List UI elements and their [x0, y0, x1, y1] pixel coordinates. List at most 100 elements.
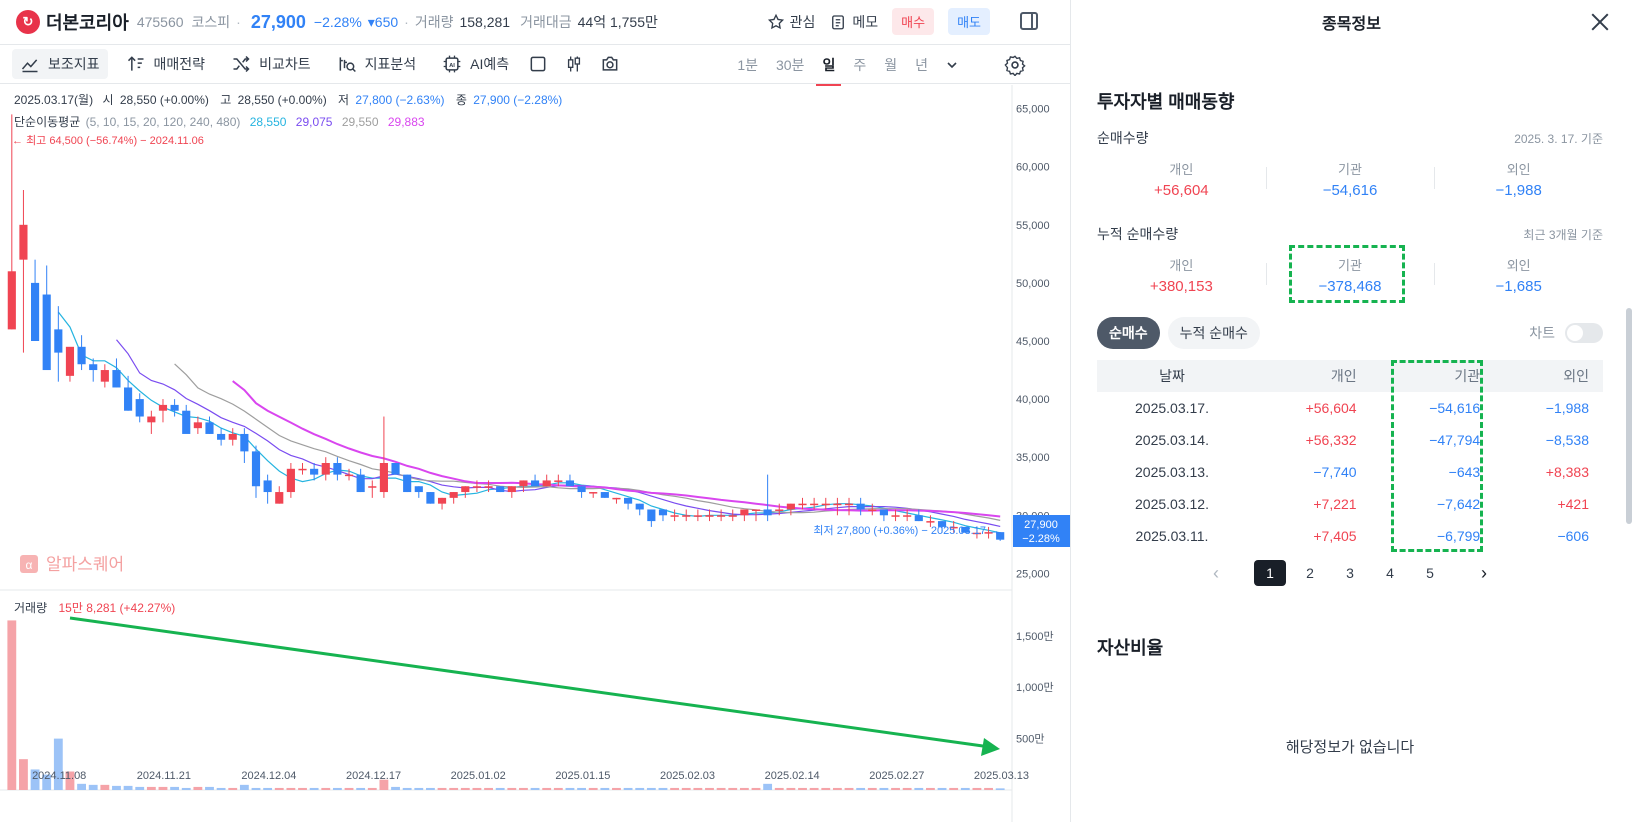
page-3[interactable]: 3 — [1334, 560, 1366, 586]
page-1[interactable]: 1 — [1254, 560, 1286, 586]
buy-button[interactable]: 매수 — [892, 8, 935, 35]
investor-table-body: 2025.03.17. +56,604 −54,616 −1,988 2025.03.1… — [1097, 392, 1603, 552]
volume-bar — [460, 787, 470, 790]
volume-bar — [274, 787, 284, 790]
chart-toggle[interactable] — [1565, 323, 1603, 343]
row-individual: +7,221 — [1313, 496, 1357, 512]
volume-bar — [705, 787, 714, 790]
period-week[interactable]: 주 — [853, 55, 866, 75]
volume-bar — [53, 738, 63, 790]
candle-body — [612, 497, 621, 500]
candle-body — [891, 515, 900, 517]
ohlc-date: 2025.03.17(월) — [14, 93, 93, 107]
favorite-button[interactable]: 관심 — [767, 12, 815, 32]
star-icon — [767, 13, 784, 29]
volume-bar — [402, 787, 412, 790]
page-5[interactable]: 5 — [1414, 560, 1446, 586]
candle-body — [147, 416, 156, 423]
volume-bar — [902, 787, 912, 790]
period-year[interactable]: 년 — [915, 55, 928, 75]
candle-body — [577, 486, 586, 493]
sell-button[interactable]: 매도 — [948, 8, 990, 35]
close-icon[interactable] — [1590, 12, 1610, 32]
volume-bar — [77, 783, 86, 790]
volume-bar — [449, 787, 459, 790]
candle-type-button[interactable] — [563, 53, 585, 75]
date-tick-label: 2024.12.17 — [346, 770, 401, 782]
price-chart[interactable]: 65,000 60,000 55,000 50,000 45,000 40,000 35,0… — [0, 85, 1070, 822]
date-tick-label: 2025.02.27 — [869, 770, 924, 782]
market-name: 코스피 — [191, 14, 231, 30]
volume-bar — [728, 787, 738, 790]
next-page-icon[interactable]: › — [1454, 560, 1514, 586]
ohlc-info: 2025.03.17(월) 시 28,550 (+0.00%) 고 28,550… — [14, 93, 562, 107]
screenshot-button[interactable] — [599, 53, 621, 75]
candle-body — [205, 422, 214, 434]
candle-body — [414, 486, 423, 493]
net-date: 2025. 3. 17. 기준 — [1514, 131, 1603, 146]
panel-toggle-icon[interactable] — [1020, 12, 1038, 30]
layout-square-button[interactable] — [527, 53, 549, 75]
volume-bar — [960, 787, 970, 790]
volume-bar — [123, 785, 133, 790]
analysis-tool-button[interactable]: 지표분석 — [329, 49, 425, 79]
tab-cum-net-buy[interactable]: 누적 순매수 — [1167, 317, 1260, 349]
ma-line-20 — [232, 380, 1001, 518]
price-tick-label: 60,000 — [1016, 162, 1050, 174]
price-tick-label: 35,000 — [1016, 452, 1050, 464]
period-30m[interactable]: 30분 — [776, 55, 804, 75]
row-foreign: −606 — [1557, 528, 1589, 544]
change-amount: ▾650 — [367, 13, 399, 30]
candle-body — [740, 509, 749, 516]
volume-bar — [891, 787, 900, 790]
watermark: α 알파스퀘어 — [20, 555, 124, 574]
volume-bar — [205, 786, 214, 790]
candle-body — [217, 433, 226, 440]
page-4[interactable]: 4 — [1374, 560, 1406, 586]
prev-page-icon[interactable]: ‹ — [1186, 560, 1246, 586]
candle-body — [461, 486, 470, 493]
period-day[interactable]: 일 — [816, 55, 842, 86]
cum-individual: 개인 +380,153 — [1097, 255, 1266, 295]
period-1m[interactable]: 1분 — [737, 55, 758, 75]
candle-body — [519, 480, 528, 487]
indicator-tool-button[interactable]: 보조지표 — [12, 49, 108, 79]
col-foreign: 외인 — [1494, 360, 1603, 392]
highlight-box — [1391, 360, 1483, 552]
ai-predict-button[interactable]: AI AI예측 — [434, 49, 517, 79]
strategy-tool-button[interactable]: 매매전략 — [118, 49, 214, 79]
candle-body — [263, 480, 272, 493]
tool-label: 매매전략 — [153, 56, 206, 72]
memo-button[interactable]: 메모 — [829, 12, 878, 32]
candle-body — [658, 509, 668, 516]
volume-bar — [507, 787, 517, 790]
change-percent: −2.28% — [313, 14, 362, 30]
net-individual: 개인 +56,604 — [1097, 159, 1266, 199]
volume-bar — [809, 787, 819, 790]
chevron-down-icon[interactable] — [946, 59, 958, 71]
header-actions: 관심 메모 매수 매도 — [767, 8, 990, 35]
current-price-tag-price: 27,900 — [1024, 519, 1058, 531]
gear-icon[interactable] — [1004, 54, 1026, 76]
memo-icon — [832, 14, 845, 29]
candle-body — [449, 492, 458, 498]
panel-scrollbar[interactable] — [1626, 308, 1632, 524]
volume-bar — [984, 787, 993, 790]
tab-net-buy[interactable]: 순매수 — [1097, 317, 1160, 349]
candle-body — [775, 509, 784, 511]
volume-bar — [332, 787, 342, 790]
candle-body — [496, 486, 505, 493]
separator-dot: · — [236, 14, 241, 30]
candle-body — [403, 474, 412, 493]
candle-body — [728, 515, 737, 517]
volume-axis: 1,500만 1,000만 500만 — [1016, 630, 1054, 746]
svg-text:AI: AI — [449, 63, 455, 69]
volume-bar — [19, 759, 28, 790]
page-2[interactable]: 2 — [1294, 560, 1326, 586]
period-month[interactable]: 월 — [884, 55, 897, 75]
chart-toggle-label: 차트 — [1529, 325, 1555, 341]
volume-bar — [658, 787, 668, 790]
compare-tool-button[interactable]: 비교차트 — [223, 49, 319, 79]
current-price-tag-pct: −2.28% — [1022, 533, 1060, 545]
volume-bar — [577, 787, 586, 790]
